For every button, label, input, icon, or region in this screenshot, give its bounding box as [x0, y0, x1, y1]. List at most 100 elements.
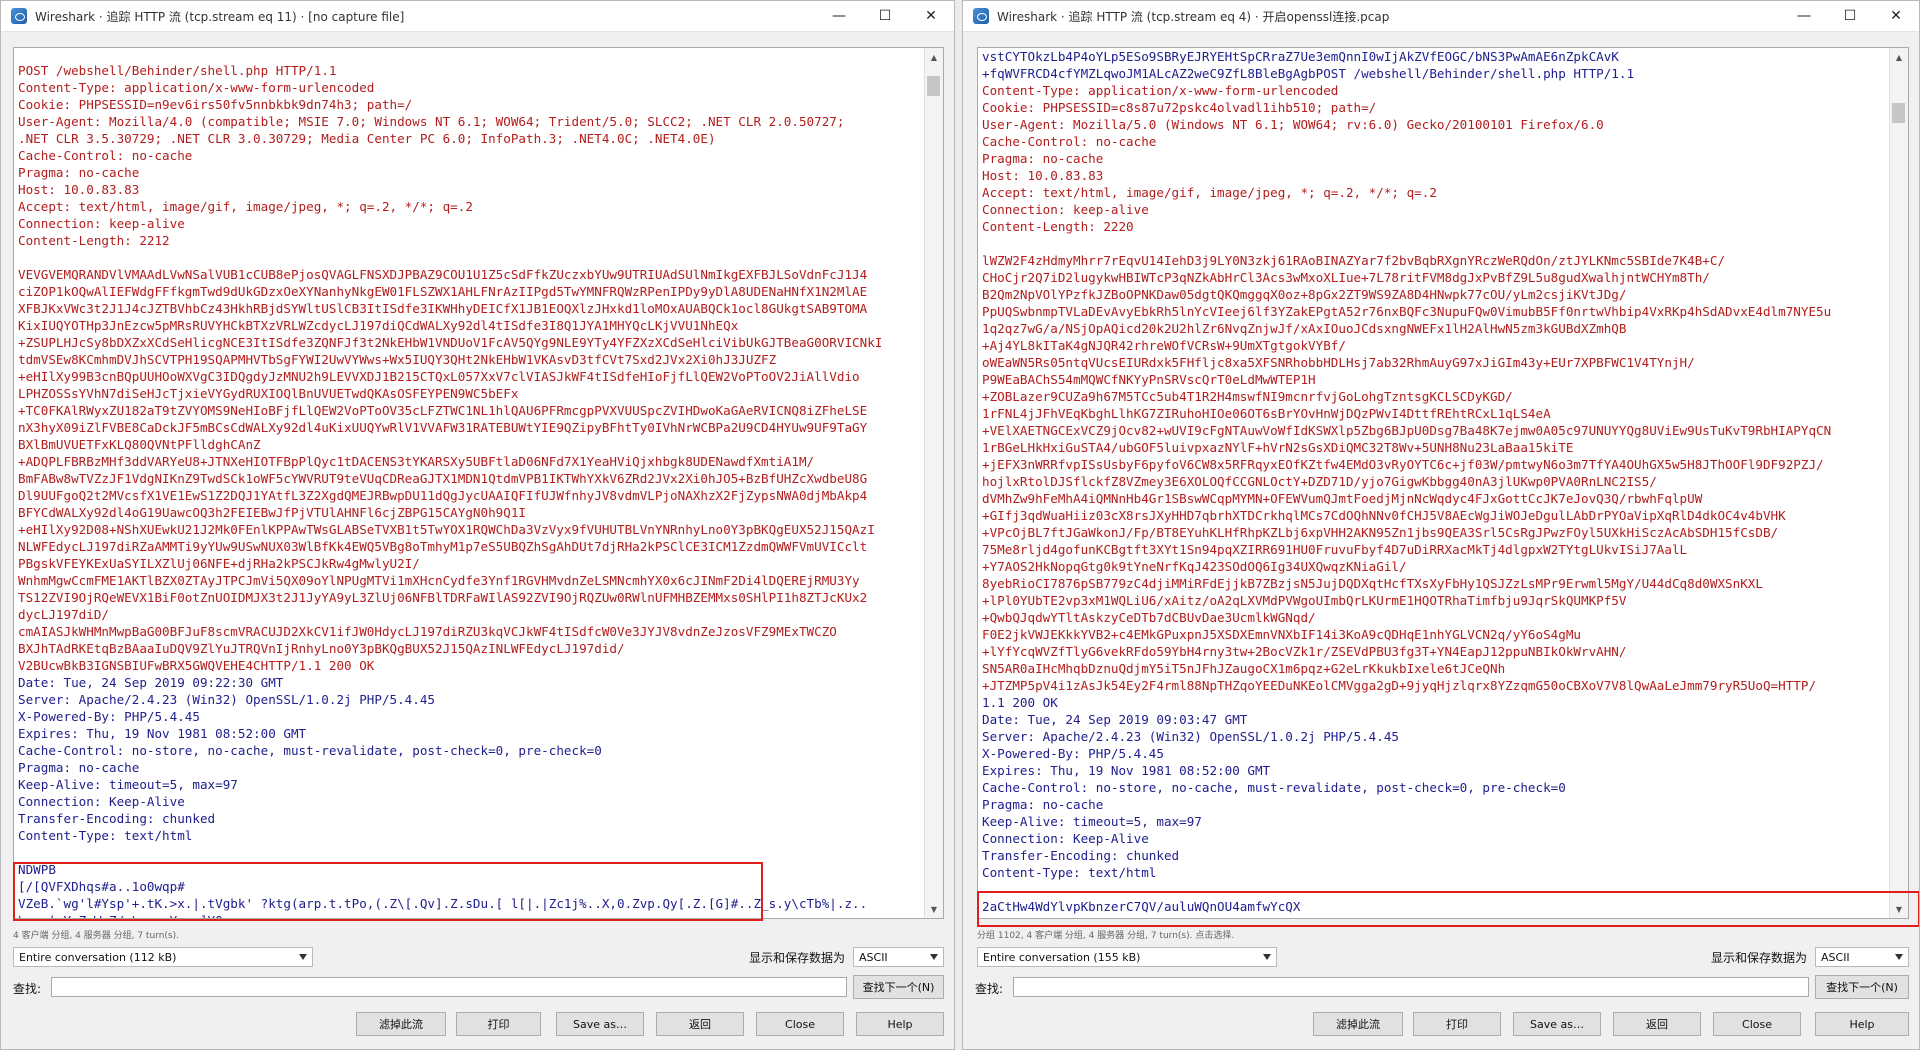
right-find-label: 查找:	[975, 982, 1004, 996]
stream-line: Expires: Thu, 19 Nov 1981 08:52:00 GMT	[982, 763, 1271, 778]
stream-line: 75Me8rljd4gofunKCBgtft3XYt1Sn94pqXZIRR69…	[982, 542, 1688, 557]
left-titlebar[interactable]: Wireshark · 追踪 HTTP 流 (tcp.stream eq 11)…	[1, 1, 954, 32]
stream-line: lWZW2F4zHdmyMhrr7rEqvU14IehD3j9LY0N3zkj6…	[982, 253, 1726, 268]
right-vertical-scrollbar[interactable]: ▲ ▼	[1889, 48, 1908, 918]
stream-line: Connection: keep-alive	[982, 202, 1149, 217]
right-conversation-select[interactable]: Entire conversation (155 kB)	[977, 947, 1277, 967]
stream-line	[18, 844, 921, 861]
stream-line: Pragma: no-cache	[982, 797, 1104, 812]
stream-line: +Y7AOS2HkNopqGtg0k9tYneNrfKqJ423SOdOQ6Ig…	[982, 559, 1407, 574]
maximize-icon[interactable]: ☐	[862, 1, 908, 31]
stream-line: 1q2qz7wG/a/NSjOpAQicd20k2U2hlZr6NvqZnjwJ…	[982, 321, 1627, 336]
left-find-input[interactable]	[51, 977, 847, 997]
stream-line: Cache-Control: no-store, no-cache, must-…	[18, 743, 602, 758]
stream-line: Connection: keep-alive	[18, 216, 185, 231]
left-help-button[interactable]: Help	[856, 1012, 944, 1036]
stream-line: LPHZOSSsYVhN7diSeHJcTjxieVYGydRUXIOQlBnU…	[18, 386, 519, 401]
right-print-button[interactable]: 打印	[1413, 1012, 1501, 1036]
stream-line: Accept: text/html, image/gif, image/jpeg…	[982, 185, 1437, 200]
stream-line: +GIfj3qdWuaHiiz03cX8rsJXyHHD7qbrhXTDCrkh…	[982, 508, 1786, 523]
left-vertical-scrollbar[interactable]: ▲ ▼	[924, 48, 943, 918]
dropdown-caret-icon	[299, 954, 307, 960]
stream-line: Connection: Keep-Alive	[18, 794, 185, 809]
stream-line: Cache-Control: no-cache	[18, 148, 193, 163]
stream-line: Expires: Thu, 19 Nov 1981 08:52:00 GMT	[18, 726, 307, 741]
left-find-next-button[interactable]: 查找下一个(N)	[853, 975, 944, 999]
stream-line: +VElXAETNGCExVCZ9jOcv82+wUVI9cFgNTAuwVoW…	[982, 423, 1832, 438]
stream-line: Pragma: no-cache	[982, 151, 1104, 166]
left-window-title: Wireshark · 追踪 HTTP 流 (tcp.stream eq 11)…	[35, 9, 405, 24]
left-stream-stats: 4 客户端 分组, 4 服务器 分组, 7 turn(s).	[13, 931, 179, 941]
stream-line	[982, 235, 1886, 252]
stream-line: TS12ZVI9OjRQeWEVX1BiF0otZnUOIDMJX3t2J1Jy…	[18, 590, 868, 605]
stream-line: Pragma: no-cache	[18, 760, 140, 775]
close-icon[interactable]: ✕	[908, 1, 954, 31]
scroll-down-arrow-icon[interactable]: ▼	[925, 900, 943, 918]
left-show-save-label: 显示和保存数据为	[749, 951, 846, 965]
right-red-highlight-box	[977, 891, 1919, 927]
right-back-button[interactable]: 返回	[1613, 1012, 1701, 1036]
right-scroll-thumb[interactable]	[1892, 103, 1905, 123]
stream-line: KixIUQYOTHp3JnEzcw5pMRsRUVYHCkBTXzVRLWZc…	[18, 318, 739, 333]
left-scroll-thumb[interactable]	[927, 76, 940, 96]
stream-line: XFBJKxVWc3t2J1J4cJZTBVhbCz43HkhRBjdSYWlt…	[18, 301, 868, 316]
wireshark-fin-icon	[11, 8, 27, 24]
stream-line: +ZOBLazer9CUZa9h67M5TCc5ub4T1R2H4mswfNI9…	[982, 389, 1513, 404]
left-conversation-select[interactable]: Entire conversation (112 kB)	[13, 947, 313, 967]
stream-line: +fqWVFRCD4cfYMZLqwoJM1ALcAZ2weC9ZfL8BleB…	[982, 66, 1635, 81]
right-find-next-button[interactable]: 查找下一个(N)	[1815, 975, 1909, 999]
left-back-button[interactable]: 返回	[656, 1012, 744, 1036]
left-stream-content[interactable]: POST /webshell/Behinder/shell.php HTTP/1…	[13, 47, 944, 919]
right-follow-stream-window: Wireshark · 追踪 HTTP 流 (tcp.stream eq 4) …	[962, 0, 1920, 1050]
stream-line: Server: Apache/2.4.23 (Win32) OpenSSL/1.…	[982, 729, 1400, 744]
stream-line: +jEFX3nWRRfvpISsUsbyF6pyfoV6CW8x5RFRqyxE…	[982, 457, 1824, 472]
left-close-button[interactable]: Close	[756, 1012, 844, 1036]
right-format-select[interactable]: ASCII	[1815, 947, 1909, 967]
stream-line	[18, 249, 921, 266]
right-titlebar[interactable]: Wireshark · 追踪 HTTP 流 (tcp.stream eq 4) …	[963, 1, 1919, 32]
right-close-button[interactable]: Close	[1713, 1012, 1801, 1036]
stream-line: Host: 10.0.83.83	[18, 182, 140, 197]
minimize-icon[interactable]: —	[1781, 1, 1827, 31]
stream-line: nX3hyX09iZlFVBE8CaDckJF5mBCsCdWALXy92dl4…	[18, 420, 868, 435]
stream-line: WnhmMgwCcmFME1AKTlBZX0ZTAyJTPCJmVi5QX09o…	[18, 573, 860, 588]
stream-line: Dl9UUFgoQ2t2MVcsfX1VE1EwS1Z2DQJ1YAtfL3Z2…	[18, 488, 868, 503]
right-find-input[interactable]	[1013, 977, 1809, 997]
stream-line: +VPcOjBL7ftJGaWkonJ/Fp/BT8EYuhKLHfRhpKZL…	[982, 525, 1779, 540]
stream-line: Date: Tue, 24 Sep 2019 09:03:47 GMT	[982, 712, 1248, 727]
stream-line: Keep-Alive: timeout=5, max=97	[18, 777, 238, 792]
close-icon[interactable]: ✕	[1873, 1, 1919, 31]
stream-line: +ADQPLFBRBzMHf3ddVARYeU8+JTNXeHIOTFBpPlQ…	[18, 454, 815, 469]
left-save-as-button[interactable]: Save as…	[556, 1012, 644, 1036]
stream-line: +TC0FKAlRWyxZU182aT9tZVYOMS9NeHIoBFjfLlQ…	[18, 403, 868, 418]
stream-line: Host: 10.0.83.83	[982, 168, 1104, 183]
stream-line: .NET CLR 3.5.30729; .NET CLR 3.0.30729; …	[18, 131, 716, 146]
stream-line: BFYCdWALXy92dl4oG19UawcOQ3h2FEIEBwJfPjVT…	[18, 505, 526, 520]
right-show-save-label: 显示和保存数据为	[1711, 951, 1808, 965]
stream-line: tdmVSEw8KCmhmDVJhSCVTPH19SQAPMHVTbSgFYWI…	[18, 352, 777, 367]
minimize-icon[interactable]: —	[816, 1, 862, 31]
stream-line: Cookie: PHPSESSID=c8s87u72pskc4olvadl1ih…	[982, 100, 1377, 115]
maximize-icon[interactable]: ☐	[1827, 1, 1873, 31]
stream-line: vstCYTOkzLb4P4oYLp5ESo9SBRyEJRYEHtSpCRra…	[982, 49, 1619, 64]
left-filter-out-button[interactable]: 滤掉此流	[356, 1012, 446, 1036]
stream-line: User-Agent: Mozilla/4.0 (compatible; MSI…	[18, 114, 845, 129]
right-filter-out-button[interactable]: 滤掉此流	[1313, 1012, 1403, 1036]
right-save-as-button[interactable]: Save as…	[1513, 1012, 1601, 1036]
stream-line: B2Qm2NpVOlYPzfkJZBoOPNKDaw05dgtQKQmggqX0…	[982, 287, 1627, 302]
stream-line: NLWFEdycLJ197diRZaAMMTi9yYUw9USwNUX03WlB…	[18, 539, 868, 554]
right-stream-content[interactable]: vstCYTOkzLb4P4oYLp5ESo9SBRyEJRYEHtSpCRra…	[977, 47, 1909, 919]
stream-line: VEVGVEMQRANDVlVMAAdLVwNSalVUB1cCUB8ePjos…	[18, 267, 868, 282]
stream-line: BmFABw8wTVZzJF1VdgNIKnZ9TwdSCk1oWF5cYWVR…	[18, 471, 868, 486]
stream-line: BXlBmUVUETFxKLQ80QVNtPFlldghCAnZ	[18, 437, 261, 452]
stream-line: Content-Type: application/x-www-form-url…	[982, 83, 1339, 98]
stream-line: Pragma: no-cache	[18, 165, 140, 180]
stream-line: Accept: text/html, image/gif, image/jpeg…	[18, 199, 473, 214]
left-print-button[interactable]: 打印	[456, 1012, 541, 1036]
right-help-button[interactable]: Help	[1815, 1012, 1909, 1036]
scroll-up-arrow-icon[interactable]: ▲	[925, 48, 943, 66]
left-format-select[interactable]: ASCII	[853, 947, 944, 967]
stream-line: Date: Tue, 24 Sep 2019 09:22:30 GMT	[18, 675, 284, 690]
stream-line: +JTZMP5pV4i1zAsJk54Ey2F4rml88NpTHZqoYEED…	[982, 678, 1817, 693]
scroll-up-arrow-icon[interactable]: ▲	[1890, 48, 1908, 66]
